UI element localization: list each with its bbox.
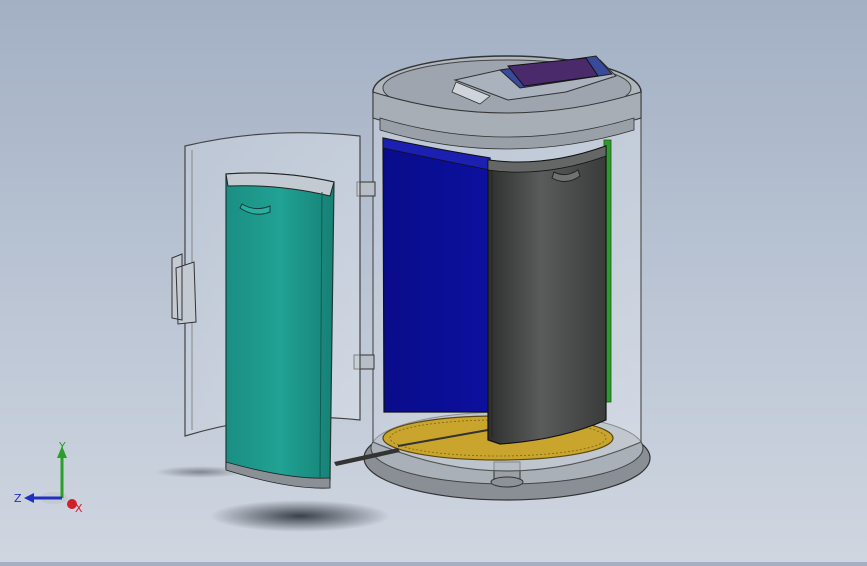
floor-shadow xyxy=(210,500,390,532)
cad-viewport[interactable]: Y Z X xyxy=(0,0,867,562)
blue-bin[interactable] xyxy=(382,137,491,413)
coordinate-triad: Y Z X xyxy=(14,440,86,516)
model-render[interactable] xyxy=(0,0,867,562)
dark-bin[interactable] xyxy=(487,145,607,445)
teal-bin[interactable] xyxy=(225,172,335,483)
y-axis-label: Y xyxy=(58,440,66,453)
main-enclosure[interactable] xyxy=(353,55,651,501)
door-handle[interactable] xyxy=(171,253,197,325)
z-axis-label: Z xyxy=(14,492,22,505)
x-axis-label: X xyxy=(75,502,83,515)
z-axis-arrow xyxy=(24,493,34,503)
